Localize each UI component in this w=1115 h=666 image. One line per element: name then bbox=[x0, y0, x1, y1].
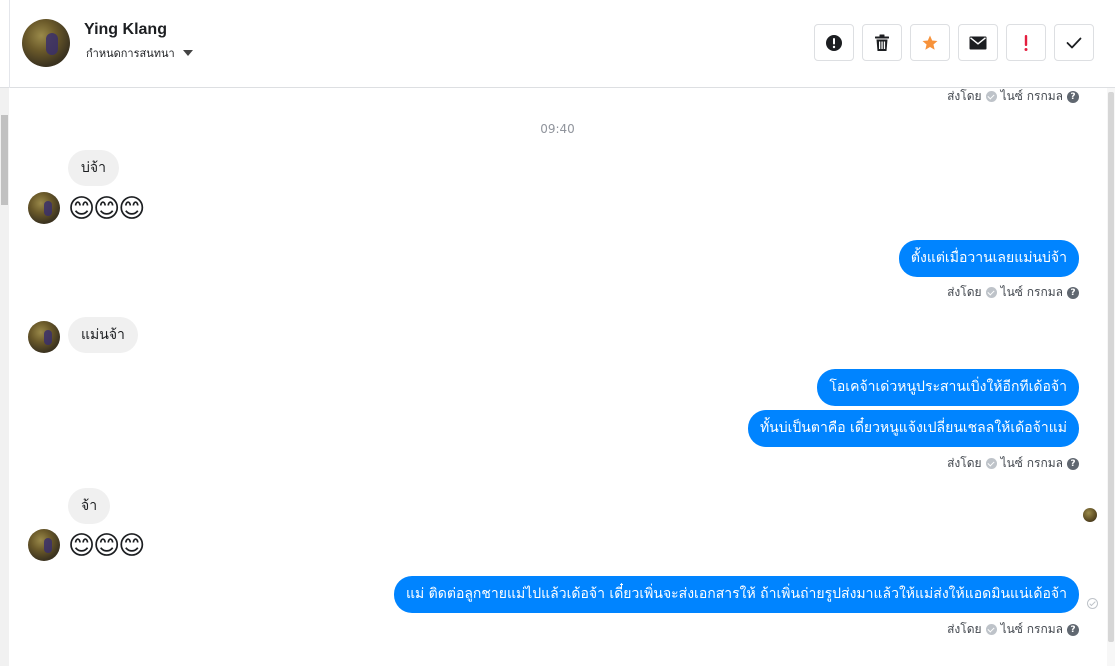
outgoing-message[interactable]: ทั้นบ่เป็นตาคือ เดี๋ยวหนูแจ้งเปลี่ยนเชลล… bbox=[747, 410, 1079, 447]
question-icon[interactable]: ? bbox=[1067, 90, 1079, 103]
incoming-emoji-message[interactable]: 😊😊😊 bbox=[68, 529, 145, 563]
check-circle-icon bbox=[985, 287, 997, 298]
seen-indicator-avatar bbox=[1083, 508, 1097, 522]
incoming-message[interactable]: แม่นจ้า bbox=[68, 317, 138, 353]
message-timestamp: 09:40 bbox=[540, 122, 575, 136]
assign-label: กำหนดการสนทนา bbox=[86, 47, 175, 60]
check-icon bbox=[1066, 37, 1082, 48]
sent-by-meta: ส่งโดย ไนซ์ กรกมล ? bbox=[947, 87, 1079, 106]
divider bbox=[9, 0, 10, 88]
assign-conversation-dropdown[interactable]: กำหนดการสนทนา bbox=[86, 44, 193, 62]
done-button[interactable] bbox=[1054, 24, 1094, 61]
sender-name[interactable]: ไนซ์ กรกมล bbox=[1001, 620, 1063, 639]
question-icon[interactable]: ? bbox=[1067, 457, 1079, 470]
right-scroll-thumb[interactable] bbox=[1108, 92, 1114, 642]
delete-button[interactable] bbox=[862, 24, 902, 61]
follow-up-button[interactable] bbox=[1006, 24, 1046, 61]
incoming-message[interactable]: จ้า bbox=[68, 488, 111, 524]
sent-by-meta: ส่งโดย ไนซ์ กรกมล ? bbox=[947, 283, 1079, 302]
contact-avatar[interactable] bbox=[22, 19, 70, 67]
star-icon bbox=[922, 35, 938, 50]
left-scrollbar[interactable] bbox=[0, 88, 9, 666]
mark-unread-button[interactable] bbox=[958, 24, 998, 61]
question-icon[interactable]: ? bbox=[1067, 623, 1079, 636]
outgoing-message[interactable]: แม่ ติดต่อลูกชายแม่ไปแล้วเด้อจ้า เดี๋ยวเ… bbox=[393, 576, 1079, 613]
contact-avatar-small bbox=[28, 192, 60, 224]
outgoing-message[interactable]: ตั้งแต่เมื่อวานเลยแม่นบ่จ้า bbox=[898, 240, 1079, 277]
check-circle-icon bbox=[985, 624, 997, 635]
sender-name[interactable]: ไนซ์ กรกมล bbox=[1001, 283, 1063, 302]
sent-by-label: ส่งโดย bbox=[947, 285, 982, 299]
contact-avatar-small bbox=[28, 321, 60, 353]
exclamation-circle-icon bbox=[826, 34, 842, 51]
sender-name[interactable]: ไนซ์ กรกมล bbox=[1001, 454, 1063, 473]
caret-down-icon bbox=[182, 50, 193, 56]
sent-by-meta: ส่งโดย ไนซ์ กรกมล ? bbox=[947, 454, 1079, 473]
exclamation-icon bbox=[1024, 34, 1028, 51]
sent-by-label: ส่งโดย bbox=[947, 456, 982, 470]
sent-by-label: ส่งโดย bbox=[947, 622, 982, 636]
question-icon[interactable]: ? bbox=[1067, 286, 1079, 299]
conversation-toolbar bbox=[814, 24, 1094, 61]
contact-name[interactable]: Ying Klang bbox=[84, 21, 167, 39]
sent-status-icon bbox=[1087, 598, 1098, 609]
check-circle-icon bbox=[985, 91, 997, 102]
incoming-emoji-message[interactable]: 😊😊😊 bbox=[68, 192, 145, 226]
envelope-icon bbox=[969, 36, 987, 49]
conversation-header: Ying Klang กำหนดการสนทนา bbox=[0, 0, 1115, 88]
star-button[interactable] bbox=[910, 24, 950, 61]
outgoing-message[interactable]: โอเคจ้าเด่วหนูประสานเบิ่งให้อีกทีเด้อจ้า bbox=[817, 369, 1079, 406]
sent-by-label: ส่งโดย bbox=[947, 89, 982, 103]
contact-avatar-small bbox=[28, 529, 60, 561]
incoming-message[interactable]: บ่จ้า bbox=[68, 150, 119, 186]
spam-button[interactable] bbox=[814, 24, 854, 61]
sender-name[interactable]: ไนซ์ กรกมล bbox=[1001, 87, 1063, 106]
check-circle-icon bbox=[985, 458, 997, 469]
sent-by-meta: ส่งโดย ไนซ์ กรกมล ? bbox=[947, 620, 1079, 639]
trash-icon bbox=[875, 34, 889, 51]
